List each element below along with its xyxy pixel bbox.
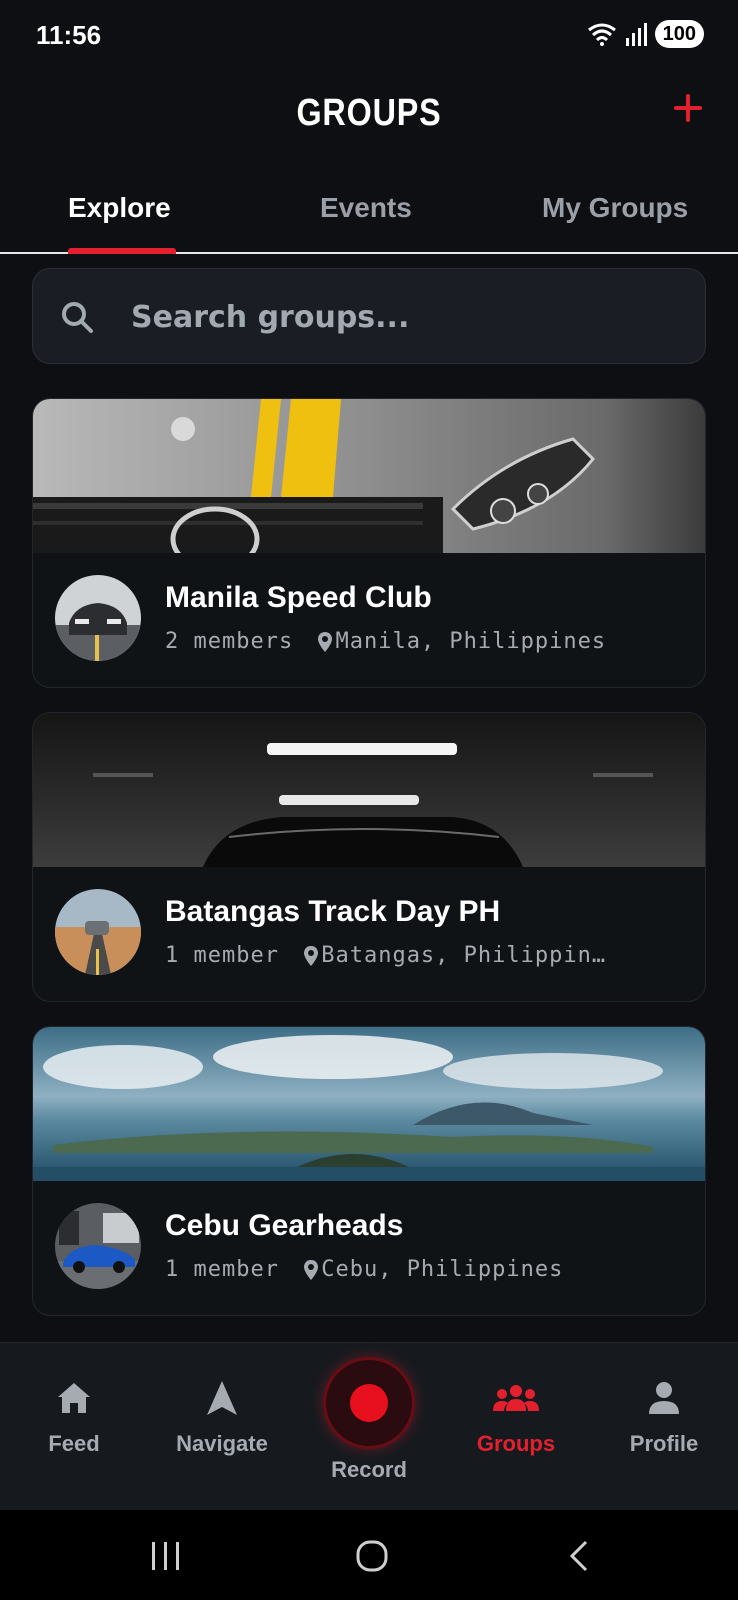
group-card[interactable]: Cebu Gearheads 1 member Cebu, Philippine…	[32, 1026, 706, 1316]
group-card-body: Manila Speed Club 2 members Manila, Phil…	[33, 553, 705, 687]
groups-icon	[493, 1385, 539, 1411]
search-icon	[62, 302, 93, 333]
group-avatar	[55, 1203, 141, 1289]
nav-label: Record	[331, 1457, 407, 1482]
tab-events[interactable]: Events	[320, 192, 412, 224]
bottom-navigation: Feed Navigate Record Groups Profile	[0, 1342, 738, 1510]
group-location: Batangas, Philippin…	[321, 943, 607, 968]
wifi-icon	[587, 23, 616, 46]
nav-label: Groups	[476, 1431, 556, 1456]
search-input[interactable]	[131, 297, 671, 337]
tab-bar: Explore Events My Groups	[0, 180, 738, 254]
nav-feed[interactable]: Feed	[4, 1373, 144, 1457]
group-banner-image	[33, 399, 705, 553]
nav-profile[interactable]: Profile	[594, 1373, 734, 1457]
status-icons: 100	[587, 20, 704, 48]
status-time: 11:56	[36, 20, 102, 50]
home-button-icon[interactable]	[352, 1536, 392, 1576]
add-group-button[interactable]	[670, 90, 706, 126]
location-pin-icon	[318, 632, 333, 652]
group-name: Manila Speed Club	[165, 581, 432, 614]
group-member-count: 2 members	[165, 629, 294, 654]
group-meta: 2 members Manila, Philippines	[165, 629, 685, 654]
group-location: Manila, Philippines	[335, 629, 607, 654]
status-bar: 11:56 100	[0, 0, 738, 70]
home-icon	[58, 1383, 90, 1413]
group-avatar	[55, 575, 141, 661]
group-location: Cebu, Philippines	[321, 1257, 564, 1282]
nav-label: Feed	[48, 1431, 100, 1456]
group-member-count: 1 member	[165, 1257, 279, 1282]
group-meta: 1 member Cebu, Philippines	[165, 1257, 685, 1282]
nav-label: Navigate	[176, 1431, 268, 1456]
record-icon	[323, 1357, 415, 1449]
nav-label: Profile	[629, 1431, 699, 1456]
location-pin-icon	[304, 1260, 319, 1280]
tab-my-groups[interactable]: My Groups	[542, 192, 688, 224]
nav-navigate[interactable]: Navigate	[152, 1373, 292, 1457]
tab-explore[interactable]: Explore	[68, 192, 171, 224]
back-icon[interactable]	[560, 1536, 600, 1576]
header: GROUPS	[0, 80, 738, 150]
record-button[interactable]: Record	[299, 1357, 439, 1483]
group-meta: 1 member Batangas, Philippin…	[165, 943, 685, 968]
group-name: Batangas Track Day PH	[165, 895, 501, 928]
profile-icon	[649, 1382, 679, 1414]
system-navigation-bar	[0, 1510, 738, 1600]
group-card-body: Cebu Gearheads 1 member Cebu, Philippine…	[33, 1181, 705, 1315]
battery-indicator: 100	[654, 20, 704, 48]
group-card[interactable]: Manila Speed Club 2 members Manila, Phil…	[32, 398, 706, 688]
group-banner-image	[33, 713, 705, 867]
group-card[interactable]: Batangas Track Day PH 1 member Batangas,…	[32, 712, 706, 1002]
nav-groups[interactable]: Groups	[446, 1373, 586, 1457]
active-tab-indicator	[68, 248, 176, 254]
group-avatar	[55, 889, 141, 975]
group-name: Cebu Gearheads	[165, 1209, 404, 1242]
navigation-arrow-icon	[207, 1381, 237, 1415]
page-title: GROUPS	[296, 92, 442, 134]
group-banner-image	[33, 1027, 705, 1181]
signal-icon	[625, 23, 647, 46]
group-member-count: 1 member	[165, 943, 279, 968]
location-pin-icon	[304, 946, 319, 966]
recents-icon[interactable]	[146, 1536, 186, 1576]
group-card-body: Batangas Track Day PH 1 member Batangas,…	[33, 867, 705, 1001]
search-bar[interactable]	[32, 268, 706, 364]
